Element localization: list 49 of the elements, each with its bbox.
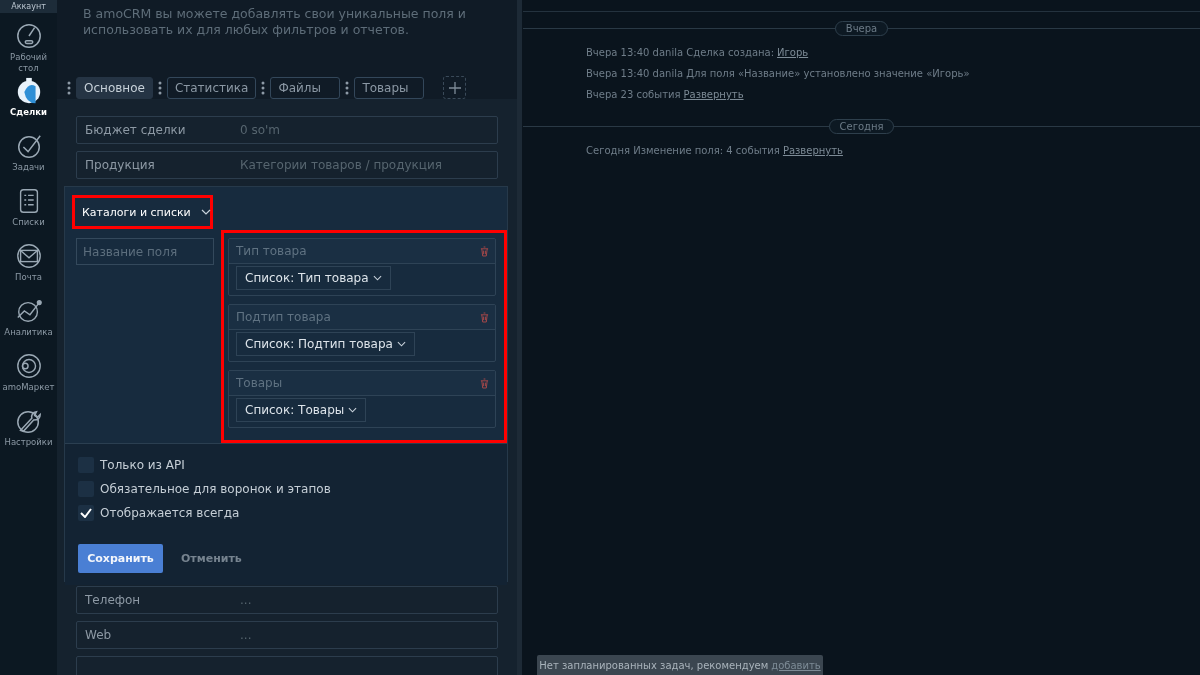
field-value: ...	[240, 593, 252, 607]
tab[interactable]: Товары	[354, 76, 425, 99]
event-text: Вчера 23 события	[586, 89, 681, 100]
event-text: Сегодня Изменение поля: 4 события	[586, 145, 780, 156]
nav-item[interactable]: Аналитика	[0, 297, 57, 352]
event-link[interactable]: Игорь	[777, 47, 809, 58]
event-text: Вчера 13:40 danila Сделка создана:	[586, 47, 775, 58]
list-dropdown[interactable]: Список: Товары	[236, 398, 367, 422]
list-dropdown[interactable]: Список: Тип товара	[236, 266, 391, 290]
field-value: 0 so'm	[240, 123, 281, 137]
account-button[interactable]: Аккаунт	[0, 0, 57, 13]
save-button[interactable]: Сохранить	[78, 544, 163, 573]
field-name-input[interactable]: Название поля	[76, 238, 214, 265]
nav-item[interactable]: Списки	[0, 187, 57, 242]
event-link[interactable]: Развернуть	[683, 89, 744, 100]
field-value: ...	[240, 628, 252, 642]
cancel-button[interactable]: Отменить	[175, 551, 248, 566]
nav-item[interactable]: Настройки	[0, 407, 57, 462]
nav-item[interactable]: Рабочий стол	[0, 22, 57, 77]
field-row[interactable]: Телефон ...	[76, 586, 498, 614]
nav-item[interactable]: Задачи	[0, 132, 57, 187]
nav-item[interactable]: amoМаркет	[0, 352, 57, 407]
event-link[interactable]: Развернуть	[782, 145, 843, 156]
list-name: Товары	[236, 376, 283, 390]
tab[interactable]: Статистика	[166, 76, 257, 99]
field-label: Web	[84, 628, 113, 642]
date-divider-label: Сегодня	[828, 118, 895, 134]
field-row[interactable]: Продукция Категории товаров / продукция	[76, 151, 498, 179]
nav-item[interactable]: Сделки	[0, 77, 57, 132]
field-label: Бюджет сделки	[84, 123, 187, 137]
tab[interactable]: Основное	[76, 76, 153, 99]
event-text: Вчера 13:40 danila Для поля «Название» установлено значение «Игорь»	[586, 68, 970, 79]
field-row[interactable]: Web ...	[76, 621, 498, 649]
checkbox-label: Обязательное для воронок и этапов	[100, 482, 331, 496]
list-name: Тип товара	[236, 244, 307, 258]
intro-text: В amoCRM вы можете добавлять свои уникальные поля и использовать их для любых фильтров и отчетов.	[83, 6, 467, 38]
nav-item[interactable]: Почта	[0, 242, 57, 297]
list-name: Подтип товара	[236, 310, 331, 324]
type-dropdown[interactable]: Каталоги и списки	[80, 205, 213, 219]
field-value: Категории товаров / продукция	[240, 158, 443, 172]
checkbox-label: Только из API	[100, 458, 185, 472]
notice-text: Нет запланированных задач, рекомендуем	[539, 659, 769, 671]
list-dropdown[interactable]: Список: Подтип товара	[236, 332, 415, 356]
checkbox-label: Отображается всегда	[100, 506, 240, 520]
field-label: Телефон	[84, 593, 142, 607]
field-label: Продукция	[84, 158, 156, 172]
field-row[interactable]: Бюджет сделки 0 so'm	[76, 116, 498, 144]
date-divider-label: Вчера	[834, 20, 889, 36]
tab[interactable]: Файлы	[270, 76, 341, 99]
